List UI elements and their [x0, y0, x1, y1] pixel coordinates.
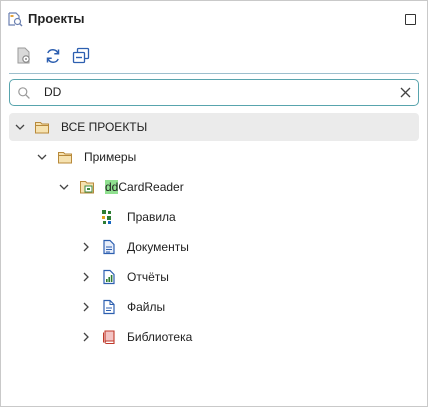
tree-item-label: Файлы: [127, 300, 166, 314]
search-input[interactable]: [44, 83, 384, 101]
chevron-right-icon[interactable]: [80, 331, 92, 343]
tree-item-label-rest: CardReader: [118, 180, 184, 194]
chevron-down-icon[interactable]: [36, 151, 48, 163]
library-icon: [103, 330, 115, 345]
tree-item-label: ВСЕ ПРОЕКТЫ: [61, 120, 148, 134]
tree-item-library[interactable]: Библиотека: [9, 323, 419, 351]
folder-open-icon: [58, 152, 72, 164]
maximize-icon[interactable]: [405, 14, 416, 25]
toolbar: [1, 43, 427, 69]
tree-item-rules[interactable]: Правила: [9, 203, 419, 231]
clear-icon[interactable]: [399, 86, 412, 99]
document-gear-icon[interactable]: [15, 47, 33, 65]
refresh-icon[interactable]: [44, 47, 62, 65]
tree-item-label: Библиотека: [127, 330, 193, 344]
chevron-right-icon[interactable]: [80, 271, 92, 283]
tree-item-examples[interactable]: Примеры: [9, 143, 419, 171]
tree-item-label: Примеры: [84, 150, 137, 164]
tree-item-documents[interactable]: Документы: [9, 233, 419, 261]
chevron-down-icon[interactable]: [14, 121, 26, 133]
chevron-down-icon[interactable]: [58, 181, 70, 193]
toolbar-divider: [9, 73, 419, 74]
collapse-all-icon[interactable]: [72, 47, 90, 65]
tree-item-label: Правила: [127, 210, 176, 224]
panel-header: Проекты: [1, 1, 427, 37]
tree-item-label: Документы: [127, 240, 189, 254]
files-icon: [103, 299, 115, 315]
tree-item-reports[interactable]: Отчёты: [9, 263, 419, 291]
search-icon: [18, 87, 30, 99]
panel-title: Проекты: [28, 11, 85, 26]
project-folder-icon: [80, 181, 94, 194]
tree-item-all-projects[interactable]: ВСЕ ПРОЕКТЫ: [9, 113, 419, 141]
tree-item-label: ddCardReader: [105, 180, 184, 194]
tree-item-project[interactable]: ddCardReader: [9, 173, 419, 201]
chevron-right-icon[interactable]: [80, 241, 92, 253]
search-box: [9, 79, 419, 106]
reports-icon: [103, 269, 115, 285]
rules-icon: [102, 210, 111, 224]
tree-item-files[interactable]: Файлы: [9, 293, 419, 321]
project-search-icon: [8, 12, 23, 27]
projects-panel: Проекты DD ВСЕ ПРОЕКТЫ Примеры ddCardRea…: [0, 0, 428, 407]
search-match-highlight: dd: [105, 180, 119, 194]
chevron-right-icon[interactable]: [80, 301, 92, 313]
documents-icon: [103, 239, 115, 255]
folder-open-icon: [35, 122, 49, 134]
tree-item-label: Отчёты: [127, 270, 169, 284]
